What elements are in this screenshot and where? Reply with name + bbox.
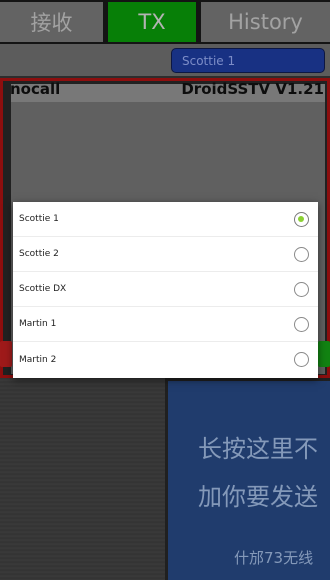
radio-unselected-icon[interactable]	[294, 316, 309, 332]
mode-option-martin-1[interactable]: Martin 1	[13, 307, 318, 342]
mode-option-label: Scottie 2	[19, 249, 59, 259]
mode-dialog: Scottie 1 Scottie 2 Scottie DX Martin 1 …	[13, 202, 318, 378]
radio-unselected-icon[interactable]	[294, 352, 309, 367]
radio-selected-icon[interactable]	[294, 211, 309, 227]
radio-unselected-icon[interactable]	[294, 281, 309, 297]
mode-option-scottie-2[interactable]: Scottie 2	[13, 237, 318, 272]
mode-option-label: Martin 2	[19, 354, 57, 365]
mode-option-scottie-1[interactable]: Scottie 1	[13, 202, 318, 237]
mode-option-label: Martin 1	[19, 319, 57, 329]
mode-option-label: Scottie DX	[19, 284, 67, 294]
mode-option-label: Scottie 1	[19, 214, 59, 224]
app-screen: 接收 TX History Scottie 1 nocall DroidSSTV…	[0, 0, 330, 580]
mode-option-martin-2[interactable]: Martin 2	[13, 342, 318, 377]
mode-option-scottie-dx[interactable]: Scottie DX	[13, 272, 318, 307]
radio-unselected-icon[interactable]	[294, 246, 309, 262]
